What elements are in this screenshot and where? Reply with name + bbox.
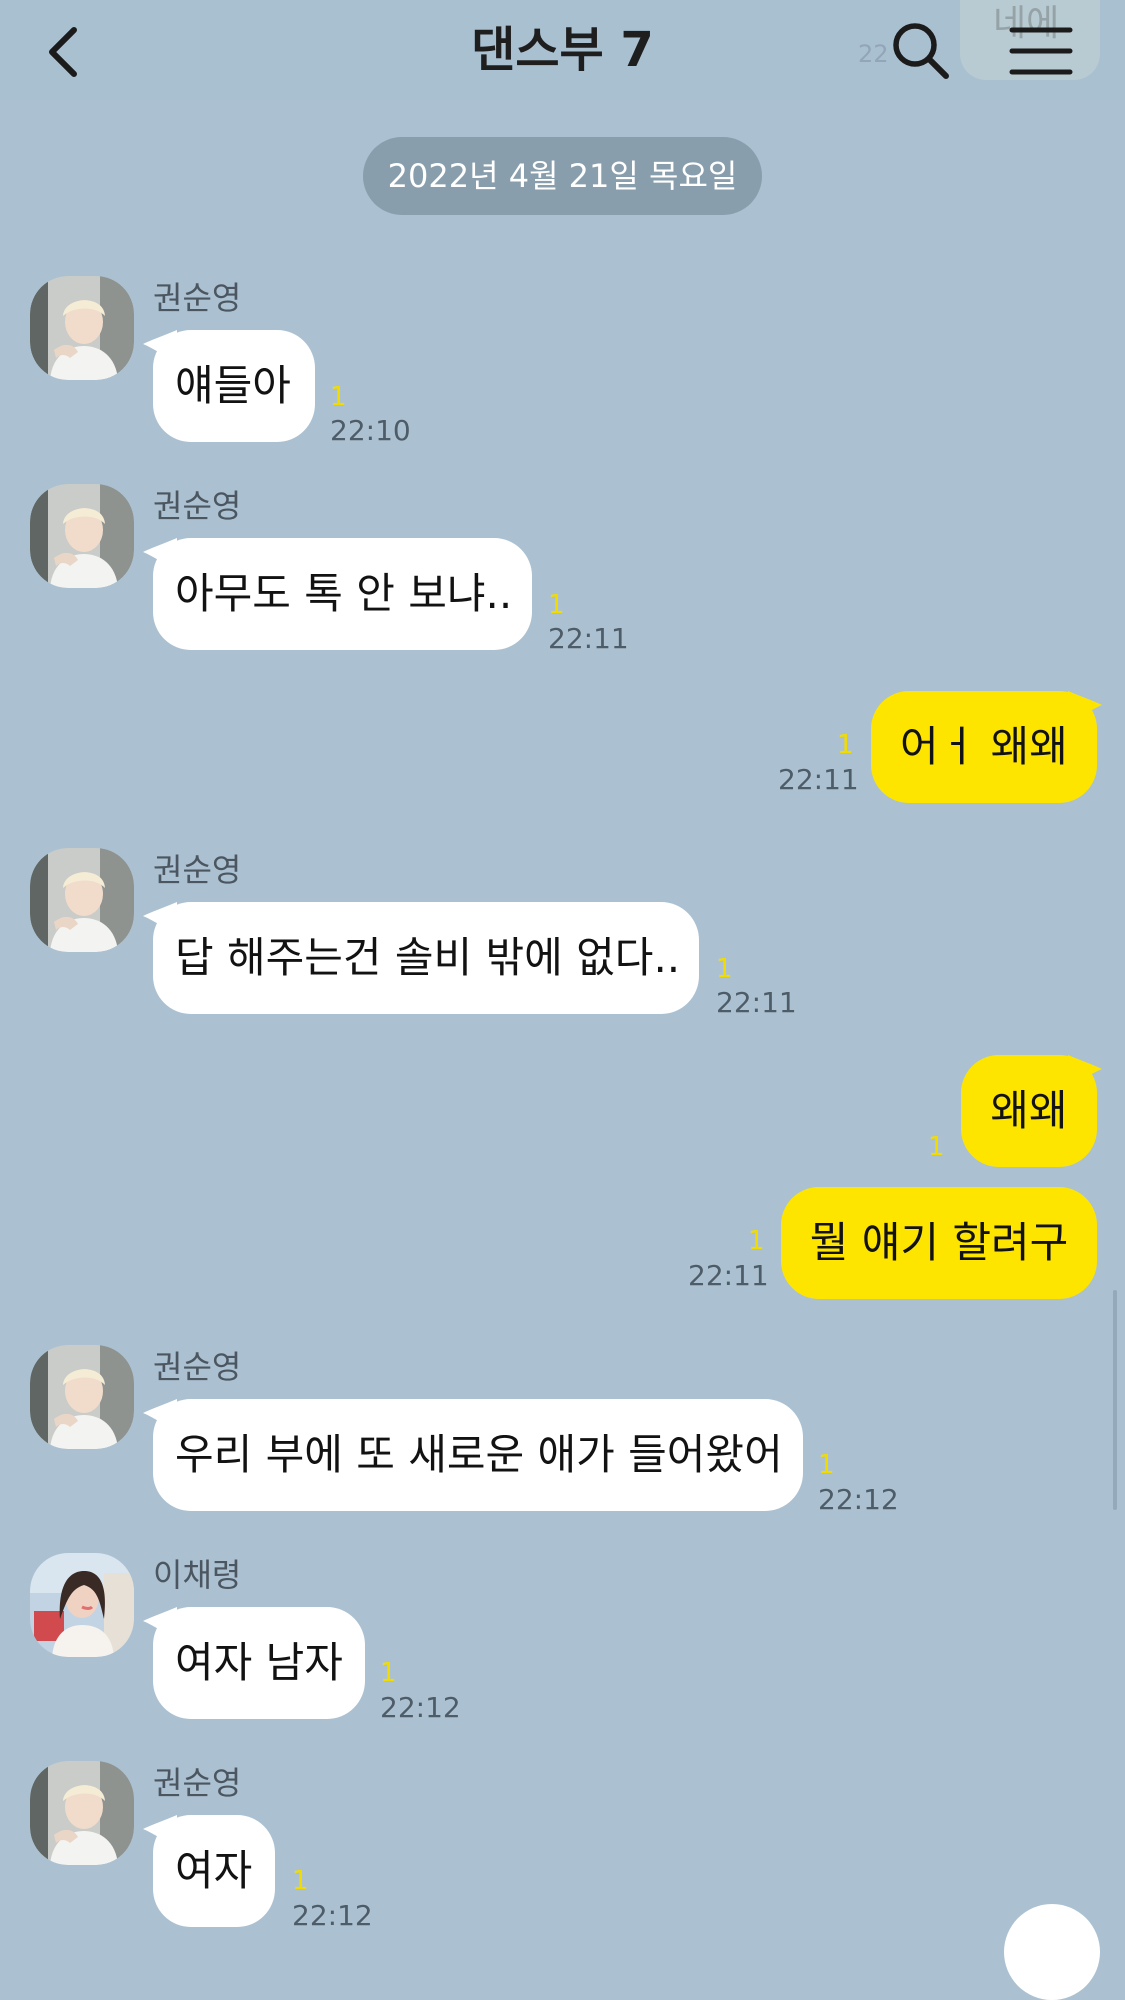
- message-bubble[interactable]: 얘들아: [153, 330, 315, 442]
- message-bubble[interactable]: 여자 남자: [153, 1607, 365, 1719]
- profile-photo: [30, 1345, 134, 1449]
- unread-count: 1: [837, 730, 854, 760]
- avatar[interactable]: [30, 848, 134, 952]
- sender-name: 권순영: [153, 851, 242, 889]
- message-bubble[interactable]: 아무도 톡 안 보냐..: [153, 538, 532, 650]
- unread-count: 1: [716, 954, 733, 984]
- avatar[interactable]: [30, 276, 134, 380]
- message-time: 22:11: [716, 986, 797, 1019]
- sender-name: 권순영: [153, 487, 242, 525]
- profile-photo: [30, 484, 134, 588]
- unread-count: 1: [928, 1132, 945, 1162]
- message-time: 22:10: [330, 414, 411, 447]
- sender-name: 권순영: [153, 1764, 242, 1802]
- unread-count: 1: [292, 1866, 309, 1896]
- profile-photo: [30, 1761, 134, 1865]
- sender-name: 이채령: [153, 1556, 242, 1594]
- date-divider: 2022년 4월 21일 목요일: [363, 137, 762, 215]
- hamburger-menu-icon: [1009, 27, 1073, 75]
- unread-count: 1: [380, 1658, 397, 1688]
- avatar[interactable]: [30, 484, 134, 588]
- unread-count: 1: [748, 1226, 765, 1256]
- scroll-to-bottom-button[interactable]: [1004, 1904, 1100, 2000]
- sender-name: 권순영: [153, 1348, 242, 1386]
- avatar[interactable]: [30, 1553, 134, 1657]
- message-bubble[interactable]: 여자: [153, 1815, 275, 1927]
- avatar[interactable]: [30, 1761, 134, 1865]
- profile-photo: [30, 276, 134, 380]
- message-bubble[interactable]: 우리 부에 또 새로운 애가 들어왔어: [153, 1399, 803, 1511]
- message-time: 22:11: [688, 1259, 769, 1292]
- message-bubble[interactable]: 왜왜: [961, 1055, 1097, 1167]
- unread-count: 1: [330, 382, 347, 412]
- profile-photo: [30, 1553, 134, 1657]
- profile-photo: [30, 848, 134, 952]
- chat-title: 댄스부 7: [471, 22, 654, 78]
- message-bubble[interactable]: 뭘 얘기 할려구: [781, 1187, 1097, 1299]
- message-time: 22:12: [380, 1691, 461, 1724]
- message-time: 22:12: [818, 1483, 899, 1516]
- unread-count: 1: [818, 1450, 835, 1480]
- message-time: 22:12: [292, 1899, 373, 1932]
- message-time: 22:11: [778, 763, 859, 796]
- message-bubble[interactable]: 답 해주는건 솔비 밖에 없다..: [153, 902, 699, 1014]
- menu-button[interactable]: [1008, 24, 1074, 78]
- sender-name: 권순영: [153, 279, 242, 317]
- scrollbar[interactable]: [1113, 1290, 1117, 1510]
- search-button[interactable]: [888, 18, 954, 84]
- avatar[interactable]: [30, 1345, 134, 1449]
- unread-count: 1: [548, 590, 565, 620]
- message-time: 22:11: [548, 622, 629, 655]
- search-icon: [893, 23, 949, 79]
- message-bubble[interactable]: 어ㅓ 왜왜: [871, 691, 1097, 803]
